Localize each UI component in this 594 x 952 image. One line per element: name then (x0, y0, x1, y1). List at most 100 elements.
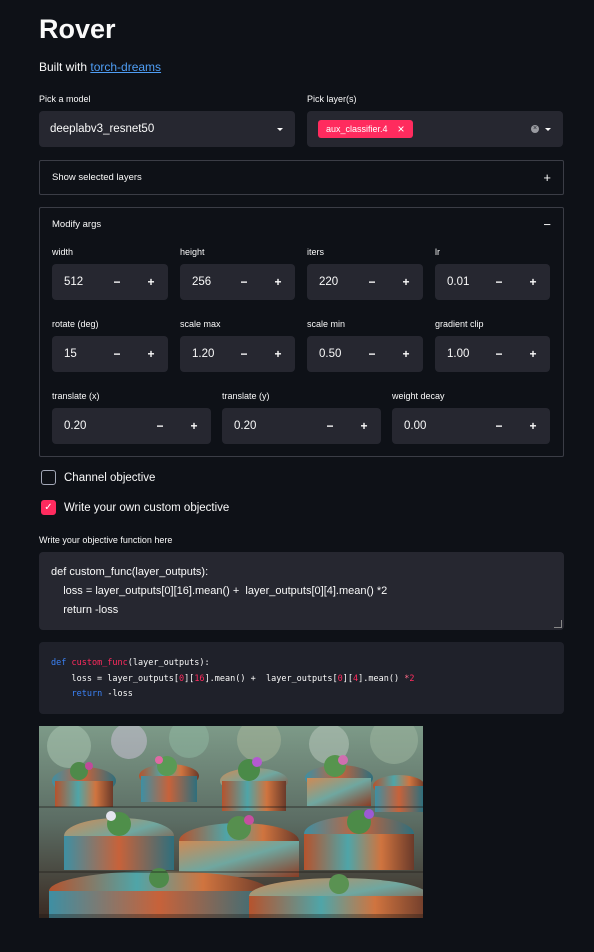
code-line: loss = layer_outputs[0][16].mean() + lay… (51, 672, 552, 688)
scale-min-label: scale min (307, 319, 346, 329)
width-input[interactable]: 512 − + (52, 264, 168, 300)
weight-decay-input[interactable]: 0.00 − + (392, 408, 550, 444)
increment-button[interactable]: + (516, 336, 550, 372)
chevron-down-icon (277, 128, 283, 131)
decrement-button[interactable]: − (313, 408, 347, 444)
generated-dream-image (39, 726, 423, 918)
code-text: ][ (342, 673, 353, 684)
expand-icon: + (543, 170, 551, 185)
translate-x-input[interactable]: 0.20 − + (52, 408, 211, 444)
decrement-button[interactable]: − (100, 264, 134, 300)
modify-args-label: Modify args (52, 219, 102, 230)
check-icon[interactable]: ✓ (41, 500, 56, 515)
layer-tag-label: aux_classifier.4 (326, 124, 388, 134)
increment-button[interactable]: + (177, 408, 211, 444)
editor-line: loss = layer_outputs[0][16].mean() + lay… (51, 585, 388, 597)
decrement-button[interactable]: − (143, 408, 177, 444)
increment-button[interactable]: + (347, 408, 381, 444)
weight-decay-value[interactable]: 0.00 (392, 420, 482, 432)
checkbox-box[interactable] (41, 470, 56, 485)
torch-dreams-link[interactable]: torch-dreams (90, 60, 161, 74)
decrement-button[interactable]: − (100, 336, 134, 372)
rotate-label: rotate (deg) (52, 319, 99, 329)
code-line: return -loss (51, 687, 552, 703)
scale-min-input[interactable]: 0.50 − + (307, 336, 423, 372)
scale-max-label: scale max (180, 319, 221, 329)
code-keyword: def (51, 658, 67, 668)
increment-button[interactable]: + (261, 336, 295, 372)
decrement-button[interactable]: − (355, 264, 389, 300)
increment-button[interactable]: + (134, 336, 168, 372)
decrement-button[interactable]: − (482, 408, 516, 444)
code-line: def custom_func(layer_outputs): (51, 656, 552, 672)
increment-button[interactable]: + (516, 408, 550, 444)
code-text: loss = layer_outputs[ (51, 673, 179, 684)
editor-line: def custom_func(layer_outputs): (51, 566, 209, 578)
height-label: height (180, 247, 205, 257)
code-text: layer_outputs[ (260, 673, 338, 684)
custom-objective-label: Write your own custom objective (64, 501, 230, 514)
width-label: width (52, 247, 74, 257)
code-text: -loss (102, 689, 133, 699)
modify-args-header[interactable]: Modify args − (40, 208, 563, 241)
remove-tag-icon[interactable]: × (398, 123, 405, 135)
model-select-label: Pick a model (39, 94, 91, 104)
channel-objective-checkbox[interactable]: Channel objective (41, 470, 155, 485)
scale-max-value[interactable]: 1.20 (180, 348, 227, 360)
iters-input[interactable]: 220 − + (307, 264, 423, 300)
chevron-down-icon[interactable] (545, 128, 551, 131)
iters-value[interactable]: 220 (307, 276, 355, 288)
code-function-name: custom_func (71, 658, 128, 668)
iters-label: iters (307, 247, 325, 257)
layer-tag: aux_classifier.4 × (318, 120, 413, 138)
increment-button[interactable]: + (389, 264, 423, 300)
gradient-clip-input[interactable]: 1.00 − + (435, 336, 550, 372)
code-number: 16 (194, 673, 205, 684)
page-title: Rover (39, 14, 116, 44)
collapse-icon: − (543, 217, 551, 232)
lr-input[interactable]: 0.01 − + (435, 264, 550, 300)
layer-select[interactable]: aux_classifier.4 × × (307, 111, 563, 147)
rotate-value[interactable]: 15 (52, 348, 100, 360)
custom-objective-checkbox[interactable]: ✓ Write your own custom objective (41, 500, 229, 515)
resize-handle-icon[interactable] (554, 620, 562, 628)
decrement-button[interactable]: − (355, 336, 389, 372)
decrement-button[interactable]: − (227, 336, 261, 372)
scale-max-input[interactable]: 1.20 − + (180, 336, 295, 372)
rotate-input[interactable]: 15 − + (52, 336, 168, 372)
code-number: 2 (409, 673, 415, 684)
increment-button[interactable]: + (134, 264, 168, 300)
gradient-clip-value[interactable]: 1.00 (435, 348, 482, 360)
decrement-button[interactable]: − (227, 264, 261, 300)
objective-editor-label: Write your objective function here (39, 535, 173, 545)
lr-value[interactable]: 0.01 (435, 276, 482, 288)
code-text: ].mean() + (204, 673, 261, 684)
editor-line: return -loss (51, 604, 119, 616)
translate-y-input[interactable]: 0.20 − + (222, 408, 381, 444)
translate-x-label: translate (x) (52, 391, 100, 401)
width-value[interactable]: 512 (52, 276, 100, 288)
code-text: ].mean() (358, 673, 405, 684)
scale-min-value[interactable]: 0.50 (307, 348, 355, 360)
translate-x-value[interactable]: 0.20 (52, 420, 143, 432)
increment-button[interactable]: + (261, 264, 295, 300)
increment-button[interactable]: + (516, 264, 550, 300)
code-keyword: return (71, 689, 103, 699)
increment-button[interactable]: + (389, 336, 423, 372)
clear-icon[interactable]: × (531, 125, 539, 133)
show-layers-expander[interactable]: Show selected layers + (39, 160, 564, 195)
decrement-button[interactable]: − (482, 264, 516, 300)
layer-select-label: Pick layer(s) (307, 94, 357, 104)
height-value[interactable]: 256 (180, 276, 227, 288)
subtitle: Built with torch-dreams (39, 60, 161, 74)
decrement-button[interactable]: − (482, 336, 516, 372)
objective-editor[interactable]: def custom_func(layer_outputs): loss = l… (39, 552, 564, 630)
show-layers-header[interactable]: Show selected layers + (40, 161, 563, 194)
show-layers-label: Show selected layers (52, 172, 142, 183)
height-input[interactable]: 256 − + (180, 264, 295, 300)
gradient-clip-label: gradient clip (435, 319, 484, 329)
subtitle-prefix: Built with (39, 60, 91, 74)
translate-y-value[interactable]: 0.20 (222, 420, 313, 432)
model-select[interactable]: deeplabv3_resnet50 (39, 111, 295, 147)
